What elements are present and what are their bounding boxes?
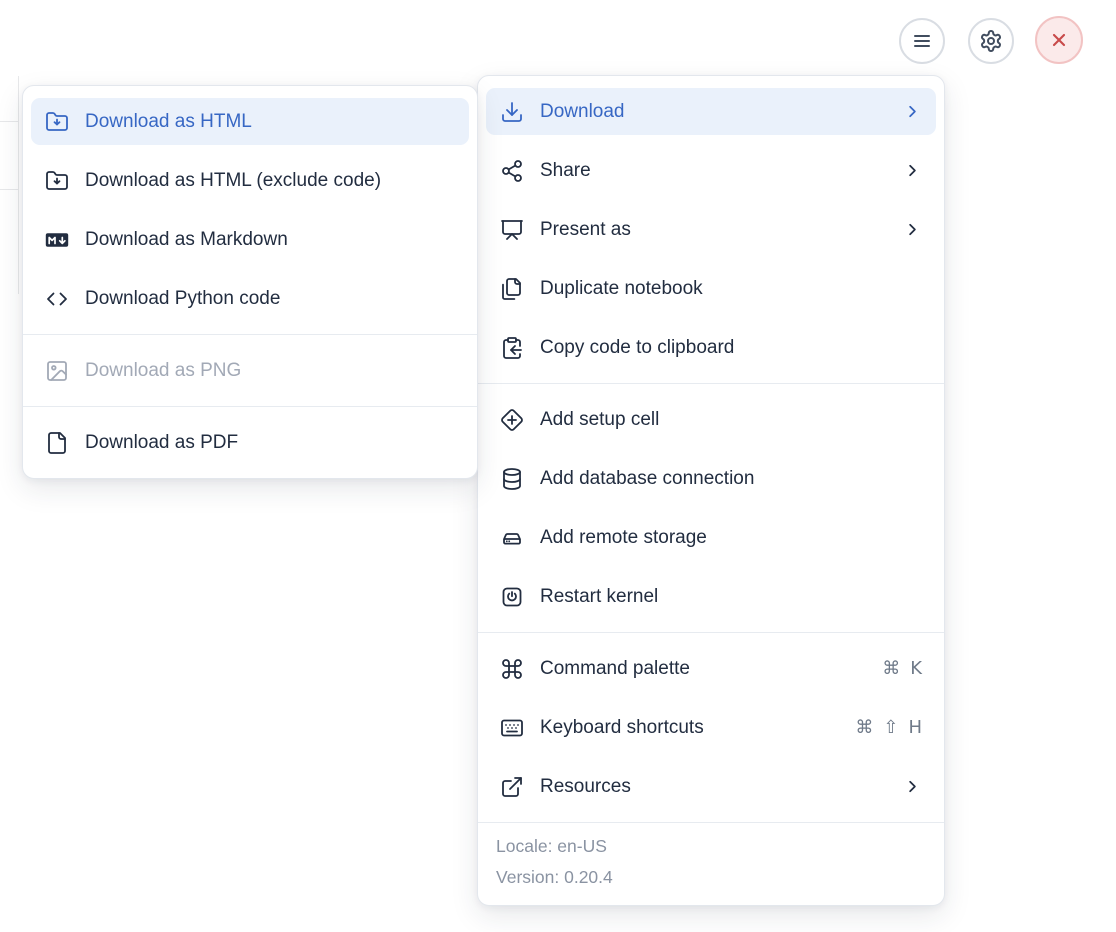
close-button[interactable] (1035, 16, 1083, 64)
folder-down-icon (45, 110, 69, 134)
menu-item-label: Add setup cell (540, 409, 922, 431)
menu-item-share[interactable]: Share (486, 147, 936, 194)
menu-separator (23, 406, 477, 407)
menu-item-command-palette[interactable]: Command palette⌘K (486, 645, 936, 692)
menu-item-label: Command palette (540, 658, 882, 680)
shortcut-key: ⌘ (855, 717, 873, 738)
menu-item-label: Download as Markdown (85, 229, 455, 251)
main-menu-panel: Download Share Present as Duplicate noteboo… (477, 75, 945, 906)
menu-item-add-setup-cell[interactable]: Add setup cell (486, 396, 936, 443)
menu-item-download-python-code[interactable]: Download Python code (31, 275, 469, 322)
command-icon (500, 657, 524, 681)
gear-icon (979, 29, 1003, 53)
download-submenu-panel: Download as HTML Download as HTML (exclud… (22, 85, 478, 479)
power-icon (500, 585, 524, 609)
menu-button[interactable] (899, 18, 945, 64)
chevron-right-icon (903, 220, 922, 239)
background-divider (0, 189, 19, 190)
clipboard-copy-icon (500, 336, 524, 360)
menu-item-label: Present as (540, 219, 903, 241)
menu-footer: Locale: en-US Version: 0.20.4 (478, 822, 944, 905)
menu-item-resources[interactable]: Resources (486, 763, 936, 810)
menu-item-label: Download as PDF (85, 432, 455, 454)
menu-item-restart-kernel[interactable]: Restart kernel (486, 573, 936, 620)
share-icon (500, 159, 524, 183)
file-icon (45, 431, 69, 455)
menu-item-download[interactable]: Download (486, 88, 936, 135)
chevron-right-icon (903, 102, 922, 121)
shortcut-key: ⌘ (882, 658, 900, 679)
duplicate-icon (500, 277, 524, 301)
menu-item-label: Add database connection (540, 468, 922, 490)
shortcut-hint: ⌘ ⇧ H (855, 717, 922, 738)
background-divider (18, 76, 19, 294)
main-menu-list: Download Share Present as Duplicate noteboo… (478, 76, 944, 822)
database-icon (500, 467, 524, 491)
menu-item-label: Download as PNG (85, 360, 455, 382)
menu-separator (23, 334, 477, 335)
chevron-right-icon (903, 161, 922, 180)
menu-item-label: Copy code to clipboard (540, 337, 922, 359)
menu-separator (478, 632, 944, 633)
menu-item-label: Download as HTML (85, 111, 455, 133)
menu-item-label: Share (540, 160, 903, 182)
menu-item-copy-code-to-clipboard[interactable]: Copy code to clipboard (486, 324, 936, 371)
shortcut-hint: ⌘K (882, 658, 922, 679)
menu-item-label: Add remote storage (540, 527, 922, 549)
close-icon (1047, 28, 1071, 52)
menu-item-label: Resources (540, 776, 903, 798)
menu-item-download-as-html-exclude-code[interactable]: Download as HTML (exclude code) (31, 157, 469, 204)
keyboard-icon (500, 716, 524, 740)
menu-separator (478, 383, 944, 384)
presentation-icon (500, 218, 524, 242)
external-link-icon (500, 775, 524, 799)
hard-drive-icon (500, 526, 524, 550)
shortcut-key: H (908, 717, 922, 738)
chevron-right-icon (903, 777, 922, 796)
shortcut-key: K (910, 658, 922, 679)
download-icon (500, 100, 524, 124)
menu-item-label: Duplicate notebook (540, 278, 922, 300)
menu-item-duplicate-notebook[interactable]: Duplicate notebook (486, 265, 936, 312)
code-icon (45, 287, 69, 311)
menu-item-download-as-markdown[interactable]: Download as Markdown (31, 216, 469, 263)
diamond-plus-icon (500, 408, 524, 432)
menu-item-present-as[interactable]: Present as (486, 206, 936, 253)
shortcut-key: ⇧ (883, 717, 898, 738)
menu-item-download-as-pdf[interactable]: Download as PDF (31, 419, 469, 466)
menu-item-download-as-png: Download as PNG (31, 347, 469, 394)
menu-item-label: Download (540, 101, 903, 123)
menu-item-keyboard-shortcuts[interactable]: Keyboard shortcuts⌘ ⇧ H (486, 704, 936, 751)
menu-item-label: Keyboard shortcuts (540, 717, 855, 739)
folder-down-icon (45, 169, 69, 193)
menu-item-label: Download as HTML (exclude code) (85, 170, 455, 192)
menu-item-add-remote-storage[interactable]: Add remote storage (486, 514, 936, 561)
hamburger-icon (910, 29, 934, 53)
menu-item-download-as-html[interactable]: Download as HTML (31, 98, 469, 145)
menu-item-label: Restart kernel (540, 586, 922, 608)
markdown-icon (45, 228, 69, 252)
image-icon (45, 359, 69, 383)
version-text: Version: 0.20.4 (496, 862, 926, 893)
locale-text: Locale: en-US (496, 831, 926, 862)
menu-item-add-database-connection[interactable]: Add database connection (486, 455, 936, 502)
settings-button[interactable] (968, 18, 1014, 64)
background-divider (0, 121, 19, 122)
download-submenu-list: Download as HTML Download as HTML (exclud… (23, 86, 477, 478)
menu-item-label: Download Python code (85, 288, 455, 310)
